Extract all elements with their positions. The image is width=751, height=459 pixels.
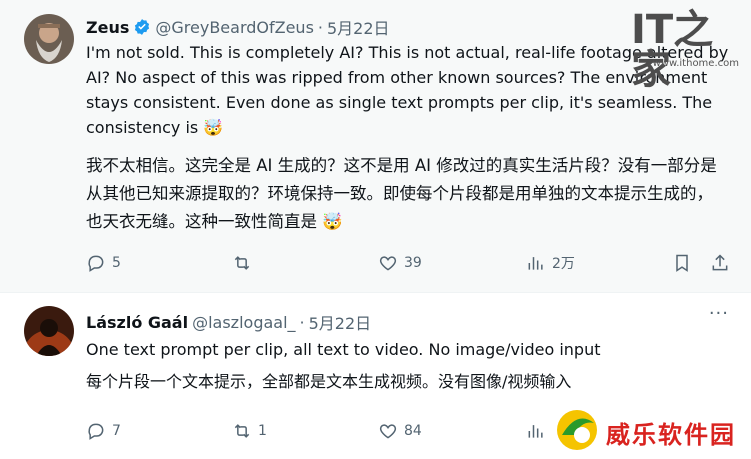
ithome-watermark: IT之家 www.ithome.com xyxy=(631,10,741,90)
repost-count: 1 xyxy=(258,423,267,439)
verified-badge-icon xyxy=(135,19,150,35)
like-button[interactable]: 84 xyxy=(378,421,422,441)
reply-icon xyxy=(88,423,104,440)
display-name[interactable]: László Gaál xyxy=(86,313,188,332)
tweet-text-zh: 我不太相信。这完全是 AI 生成的？这不是用 AI 修改过的真实生活片段？没有一… xyxy=(86,156,717,231)
reply-count: 7 xyxy=(112,423,121,439)
views-button[interactable]: 2万 xyxy=(526,253,575,273)
tweet-date[interactable]: 5月22日 xyxy=(309,310,372,334)
weile-brand: 威乐软件园 xyxy=(606,420,736,449)
repost-button[interactable]: 1 xyxy=(232,421,267,441)
weile-watermark: 威乐软件园 xyxy=(552,405,750,457)
like-count: 39 xyxy=(404,255,422,271)
heart-icon xyxy=(379,424,397,439)
tweet-header: László Gaál @laszlogaal_ · 5月22日 xyxy=(86,310,371,334)
user-handle[interactable]: @laszlogaal_ xyxy=(192,313,295,332)
tweet-actions: 5 39 2万 xyxy=(86,253,736,277)
tweet-text-zh: 每个片段一个文本提示，全部都是文本生成视频。没有图像/视频输入 xyxy=(86,372,572,391)
avatar-zeus[interactable] xyxy=(24,14,74,64)
repost-icon xyxy=(234,256,250,270)
tweet-date[interactable]: 5月22日 xyxy=(327,15,390,39)
ithome-url: www.ithome.com xyxy=(652,58,739,69)
more-options-button[interactable]: ··· xyxy=(709,303,729,324)
like-button[interactable]: 39 xyxy=(378,253,422,273)
share-icon xyxy=(712,254,728,271)
separator-dot: · xyxy=(317,17,323,37)
reply-count: 5 xyxy=(112,255,121,271)
user-handle[interactable]: @GreyBeardOfZeus xyxy=(155,18,314,37)
view-count: 2万 xyxy=(552,256,575,272)
avatar-laszlo[interactable] xyxy=(24,306,74,356)
tweet-text-en: One text prompt per clip, all text to vi… xyxy=(86,340,601,359)
ithome-logo: IT之家 xyxy=(631,7,714,93)
views-button[interactable] xyxy=(526,421,546,441)
repost-button[interactable] xyxy=(232,253,258,273)
bookmark-icon xyxy=(676,254,688,272)
separator-dot: · xyxy=(299,312,305,332)
heart-icon xyxy=(379,256,397,271)
tweet-zeus[interactable]: Zeus @GreyBeardOfZeus · 5月22日 I'm not so… xyxy=(0,0,751,292)
bookmark-button[interactable] xyxy=(672,253,692,273)
weile-logo-icon xyxy=(557,410,597,450)
reply-button[interactable]: 7 xyxy=(86,421,121,441)
analytics-icon xyxy=(528,257,543,270)
display-name[interactable]: Zeus xyxy=(86,18,129,37)
share-button[interactable] xyxy=(710,253,730,273)
like-count: 84 xyxy=(404,423,422,439)
analytics-icon xyxy=(528,425,543,438)
reply-icon xyxy=(88,255,104,272)
tweet-header: Zeus @GreyBeardOfZeus · 5月22日 xyxy=(86,15,390,39)
repost-icon xyxy=(234,424,250,438)
reply-button[interactable]: 5 xyxy=(86,253,121,273)
